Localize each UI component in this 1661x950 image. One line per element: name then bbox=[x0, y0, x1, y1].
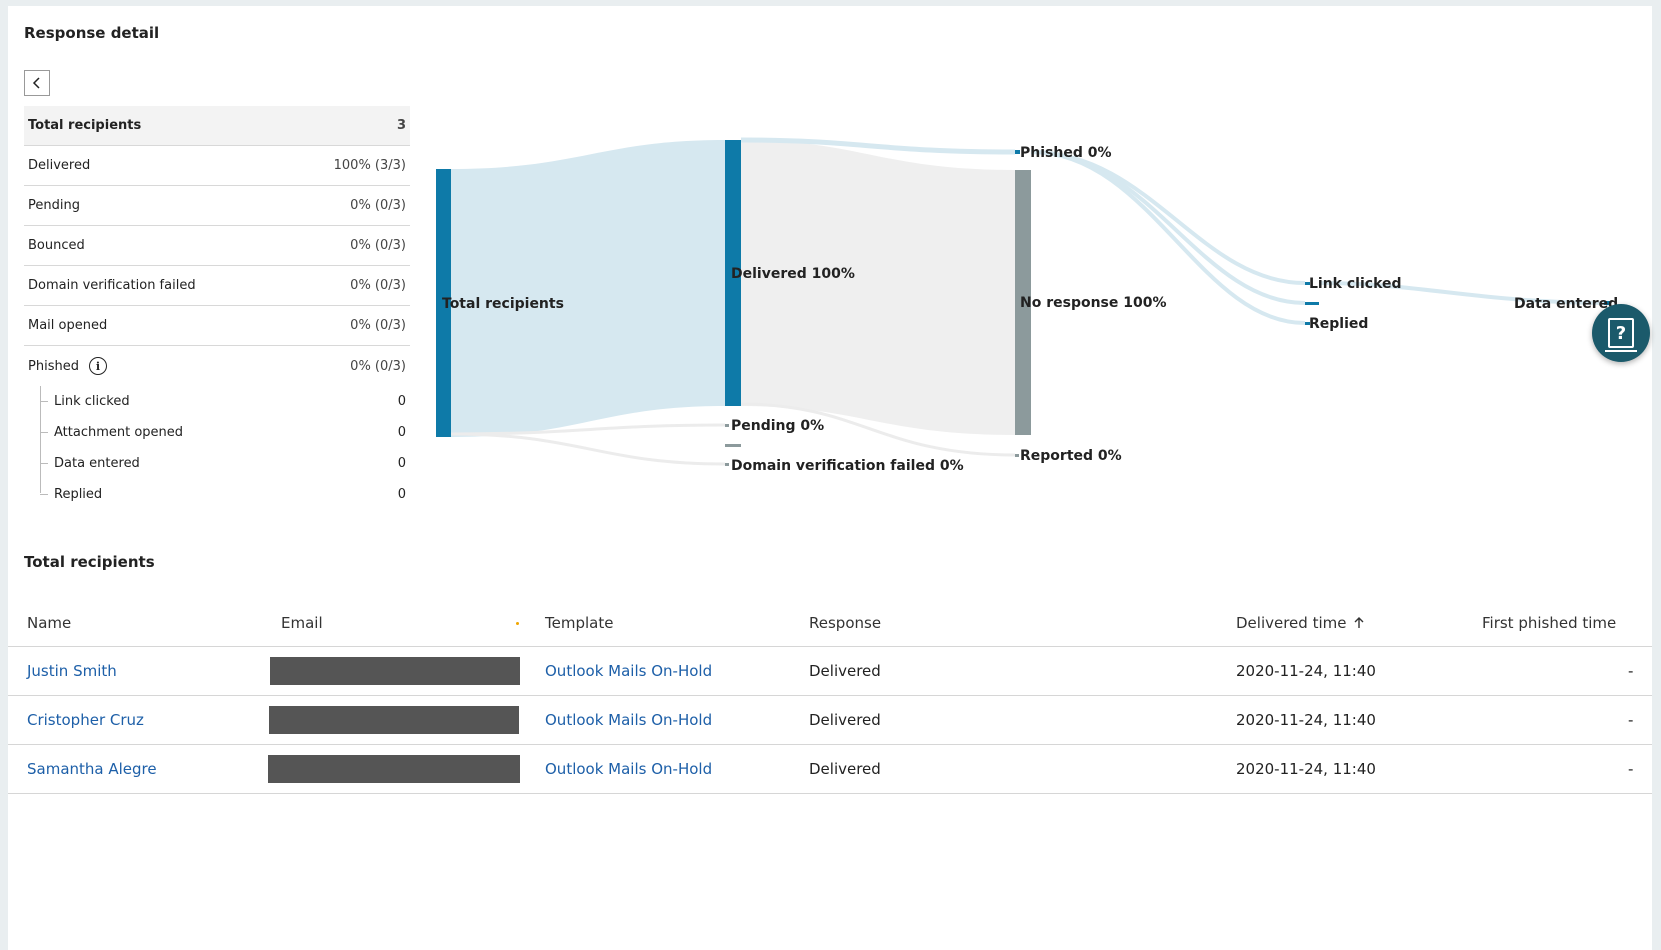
node-domain-failed[interactable] bbox=[725, 463, 729, 466]
first-phished-value: - bbox=[1628, 760, 1634, 778]
column-header-email[interactable]: Email bbox=[281, 600, 323, 646]
label-pending: Pending 0% bbox=[731, 418, 824, 434]
recipient-name-link[interactable]: Justin Smith bbox=[27, 647, 117, 695]
template-link[interactable]: Outlook Mails On-Hold bbox=[545, 647, 712, 695]
delivered-time-value: 2020-11-24, 11:40 bbox=[1236, 711, 1376, 729]
column-header-response[interactable]: Response bbox=[809, 600, 881, 646]
label-domain-failed: Domain verification failed 0% bbox=[731, 458, 964, 474]
recipients-section-title: Total recipients bbox=[24, 553, 155, 571]
flow-delivered-to-no-response bbox=[741, 140, 1015, 435]
response-value: Delivered bbox=[809, 662, 881, 680]
recipients-table: Name Email Template Response Delivered t… bbox=[8, 600, 1652, 794]
template-link[interactable]: Outlook Mails On-Hold bbox=[545, 696, 712, 744]
node-bounced[interactable] bbox=[725, 444, 741, 447]
flow-phished-to-link-clicked bbox=[1030, 150, 1306, 285]
label-replied: Replied bbox=[1309, 316, 1368, 332]
table-row[interactable]: Samantha Alegre Outlook Mails On-Hold De… bbox=[8, 745, 1652, 794]
response-value: Delivered bbox=[809, 760, 881, 778]
response-value: Delivered bbox=[809, 711, 881, 729]
redaction-block bbox=[270, 657, 520, 685]
email-redacted bbox=[269, 696, 519, 744]
table-row[interactable]: Justin Smith Outlook Mails On-Hold Deliv… bbox=[8, 647, 1652, 696]
column-header-first-phished[interactable]: First phished time bbox=[1482, 600, 1616, 646]
label-phished: Phished 0% bbox=[1020, 145, 1112, 161]
flow-total-to-delivered bbox=[451, 140, 725, 437]
delivered-time-label: Delivered time bbox=[1236, 614, 1347, 632]
label-reported: Reported 0% bbox=[1020, 448, 1122, 464]
flow-phished-to-middle bbox=[1030, 150, 1306, 305]
delivered-time-value: 2020-11-24, 11:40 bbox=[1236, 760, 1376, 778]
redaction-block bbox=[269, 706, 519, 734]
response-sankey-diagram: Total recipients Delivered 100% Pending … bbox=[436, 137, 1618, 474]
recipient-name-link[interactable]: Samantha Alegre bbox=[27, 745, 157, 793]
node-attachment-opened[interactable] bbox=[1305, 302, 1319, 305]
label-no-response: No response 100% bbox=[1020, 295, 1167, 311]
flow-total-to-domain-failed bbox=[450, 432, 726, 466]
label-delivered: Delivered 100% bbox=[731, 266, 855, 282]
template-link[interactable]: Outlook Mails On-Hold bbox=[545, 745, 712, 793]
label-total-recipients: Total recipients bbox=[442, 296, 564, 312]
recipient-name-link[interactable]: Cristopher Cruz bbox=[27, 696, 144, 744]
redaction-block bbox=[268, 755, 520, 783]
email-redacted bbox=[268, 745, 520, 793]
table-row[interactable]: Cristopher Cruz Outlook Mails On-Hold De… bbox=[8, 696, 1652, 745]
column-header-name[interactable]: Name bbox=[27, 600, 71, 646]
first-phished-value: - bbox=[1628, 711, 1634, 729]
sort-ascending-icon bbox=[1354, 617, 1364, 628]
label-link-clicked: Link clicked bbox=[1309, 276, 1402, 292]
column-header-template[interactable]: Template bbox=[545, 600, 613, 646]
first-phished-value: - bbox=[1628, 662, 1634, 680]
help-book-icon[interactable]: ? bbox=[1592, 304, 1650, 362]
node-reported[interactable] bbox=[1015, 454, 1019, 457]
node-pending[interactable] bbox=[725, 424, 729, 427]
delivered-time-value: 2020-11-24, 11:40 bbox=[1236, 662, 1376, 680]
table-header-row: Name Email Template Response Delivered t… bbox=[8, 600, 1652, 647]
column-header-delivered-time[interactable]: Delivered time bbox=[1236, 600, 1366, 646]
column-resize-dot bbox=[516, 622, 519, 625]
email-redacted bbox=[270, 647, 520, 695]
